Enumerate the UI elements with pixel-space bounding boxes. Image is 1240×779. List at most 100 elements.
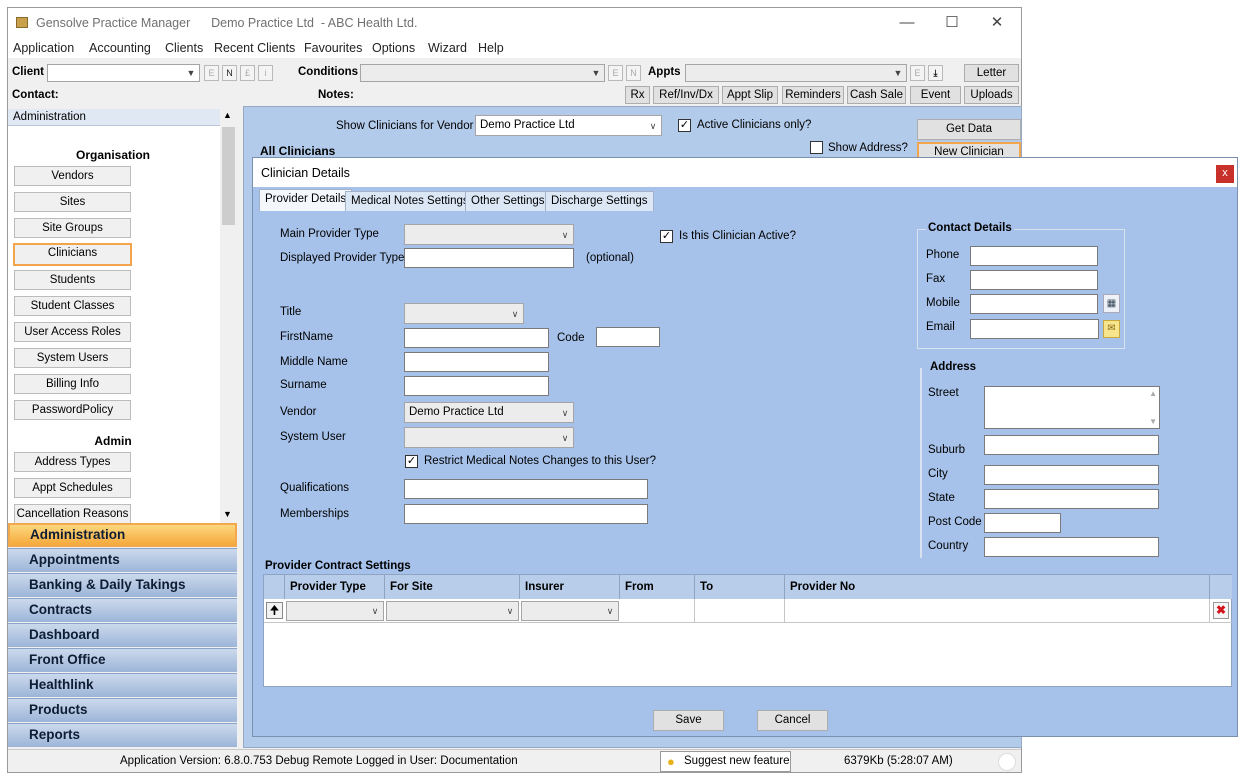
col-for-site[interactable]: For Site	[385, 575, 520, 599]
uploads-button[interactable]: Uploads	[964, 86, 1019, 104]
col-provider-no[interactable]: Provider No	[785, 575, 1210, 599]
nav-products[interactable]: Products	[8, 698, 237, 722]
row-insurer-combo[interactable]: ∨	[521, 601, 619, 621]
nav-contracts[interactable]: Contracts	[8, 598, 237, 622]
maximize-icon[interactable]: ☐	[937, 12, 967, 34]
menu-help[interactable]: Help	[478, 41, 504, 55]
nav-dashboard[interactable]: Dashboard	[8, 623, 237, 647]
conditions-e-button[interactable]: E	[608, 65, 623, 81]
middle-name-field[interactable]	[404, 352, 549, 372]
sidebar-item-address-types[interactable]: Address Types	[14, 452, 131, 472]
client-combo[interactable]: ▼	[47, 64, 200, 82]
tab-provider-details[interactable]: Provider Details	[259, 189, 353, 211]
sidebar-item-cancellation-reasons[interactable]: Cancellation Reasons	[14, 504, 131, 524]
sidebar-item-billing-info[interactable]: Billing Info	[14, 374, 131, 394]
delete-row-icon[interactable]: ✖	[1213, 602, 1229, 619]
row-from-cell[interactable]	[620, 599, 695, 623]
dialog-close-icon[interactable]: x	[1216, 165, 1234, 183]
nav-administration[interactable]: Administration	[8, 523, 237, 547]
memberships-field[interactable]	[404, 504, 648, 524]
chevron-down-icon[interactable]: ▼	[223, 509, 232, 519]
vendor-combo[interactable]: Demo Practice Ltd ∨	[404, 402, 574, 423]
tab-discharge-settings[interactable]: Discharge Settings	[545, 191, 654, 211]
email-field[interactable]	[970, 319, 1099, 339]
row-provider-type-combo[interactable]: ∨	[286, 601, 384, 621]
menu-favourites[interactable]: Favourites	[304, 41, 362, 55]
col-provider-type[interactable]: Provider Type	[285, 575, 385, 599]
is-active-checkbox[interactable]: ✓	[660, 230, 673, 243]
download-icon[interactable]: ⤓	[928, 65, 943, 81]
nav-front-office[interactable]: Front Office	[8, 648, 237, 672]
firstname-field[interactable]	[404, 328, 549, 348]
nav-healthlink[interactable]: Healthlink	[8, 673, 237, 697]
menu-options[interactable]: Options	[372, 41, 415, 55]
show-address-checkbox[interactable]	[810, 141, 823, 154]
suggest-feature-button[interactable]: ● Suggest new feature	[660, 751, 791, 772]
country-field[interactable]	[984, 537, 1159, 557]
nav-reports[interactable]: Reports	[8, 723, 237, 747]
sidebar-item-sites[interactable]: Sites	[14, 192, 131, 212]
row-to-cell[interactable]	[695, 599, 785, 623]
ref-inv-dx-button[interactable]: Ref/Inv/Dx	[653, 86, 719, 104]
mobile-field[interactable]	[970, 294, 1098, 314]
vendor-filter-combo[interactable]: Demo Practice Ltd ∨	[475, 115, 662, 136]
city-field[interactable]	[984, 465, 1159, 485]
envelope-icon[interactable]: ✉	[1103, 320, 1120, 338]
appt-slip-button[interactable]: Appt Slip	[722, 86, 778, 104]
state-field[interactable]	[984, 489, 1159, 509]
fax-field[interactable]	[970, 270, 1098, 290]
row-for-site-combo[interactable]: ∨	[386, 601, 519, 621]
conditions-combo[interactable]: ▼	[360, 64, 605, 82]
suburb-field[interactable]	[984, 435, 1159, 455]
system-user-combo[interactable]: ∨	[404, 427, 574, 448]
col-to[interactable]: To	[695, 575, 785, 599]
street-field[interactable]: ▲ ▼	[984, 386, 1160, 429]
client-e-button[interactable]: E	[204, 65, 219, 81]
client-n-button[interactable]: N	[222, 65, 237, 81]
close-icon[interactable]: ✕	[982, 12, 1012, 34]
cash-sale-button[interactable]: Cash Sale	[847, 86, 906, 104]
menu-wizard[interactable]: Wizard	[428, 41, 467, 55]
tab-other-settings[interactable]: Other Settings	[465, 191, 551, 211]
menu-clients[interactable]: Clients	[165, 41, 203, 55]
sidebar-item-vendors[interactable]: Vendors	[14, 166, 131, 186]
row-provider-no-cell[interactable]	[785, 599, 1210, 623]
rx-button[interactable]: Rx	[625, 86, 650, 104]
col-from[interactable]: From	[620, 575, 695, 599]
sidebar-item-password-policy[interactable]: PasswordPolicy	[14, 400, 131, 420]
menu-recent-clients[interactable]: Recent Clients	[214, 41, 295, 55]
title-combo[interactable]: ∨	[404, 303, 524, 324]
nav-appointments[interactable]: Appointments	[8, 548, 237, 572]
surname-field[interactable]	[404, 376, 549, 396]
code-field[interactable]	[596, 327, 660, 347]
phone-field[interactable]	[970, 246, 1098, 266]
sidebar-item-user-access-roles[interactable]: User Access Roles	[14, 322, 131, 342]
tab-medical-notes-settings[interactable]: Medical Notes Settings	[345, 191, 475, 211]
restrict-notes-checkbox[interactable]: ✓	[405, 455, 418, 468]
post-code-field[interactable]	[984, 513, 1061, 533]
chevron-up-icon[interactable]: ▲	[223, 110, 232, 120]
event-button[interactable]: Event	[910, 86, 961, 104]
sidebar-item-site-groups[interactable]: Site Groups	[14, 218, 131, 238]
chevron-down-icon[interactable]: ▼	[1149, 417, 1157, 426]
sidebar-item-clinicians[interactable]: Clinicians	[13, 243, 132, 266]
client-pound-button[interactable]: £	[240, 65, 255, 81]
conditions-n-button[interactable]: N	[626, 65, 641, 81]
main-provider-type-combo[interactable]: ∨	[404, 224, 574, 245]
save-button[interactable]: Save	[653, 710, 724, 731]
sidebar-item-system-users[interactable]: System Users	[14, 348, 131, 368]
sidebar-item-student-classes[interactable]: Student Classes	[14, 296, 131, 316]
sidebar-item-appt-schedules[interactable]: Appt Schedules	[14, 478, 131, 498]
sidebar-item-students[interactable]: Students	[14, 270, 131, 290]
row-selector-arrow-up-icon[interactable]: 🠉	[266, 602, 283, 619]
qualifications-field[interactable]	[404, 479, 648, 499]
menu-accounting[interactable]: Accounting	[89, 41, 151, 55]
cancel-button[interactable]: Cancel	[757, 710, 828, 731]
letter-button[interactable]: Letter	[964, 64, 1019, 82]
displayed-provider-type-field[interactable]	[404, 248, 574, 268]
get-data-button[interactable]: Get Data	[917, 119, 1021, 140]
phone-dial-icon[interactable]: ▦	[1103, 294, 1120, 313]
col-insurer[interactable]: Insurer	[520, 575, 620, 599]
appts-e-button[interactable]: E	[910, 65, 925, 81]
appts-combo[interactable]: ▼	[685, 64, 907, 82]
